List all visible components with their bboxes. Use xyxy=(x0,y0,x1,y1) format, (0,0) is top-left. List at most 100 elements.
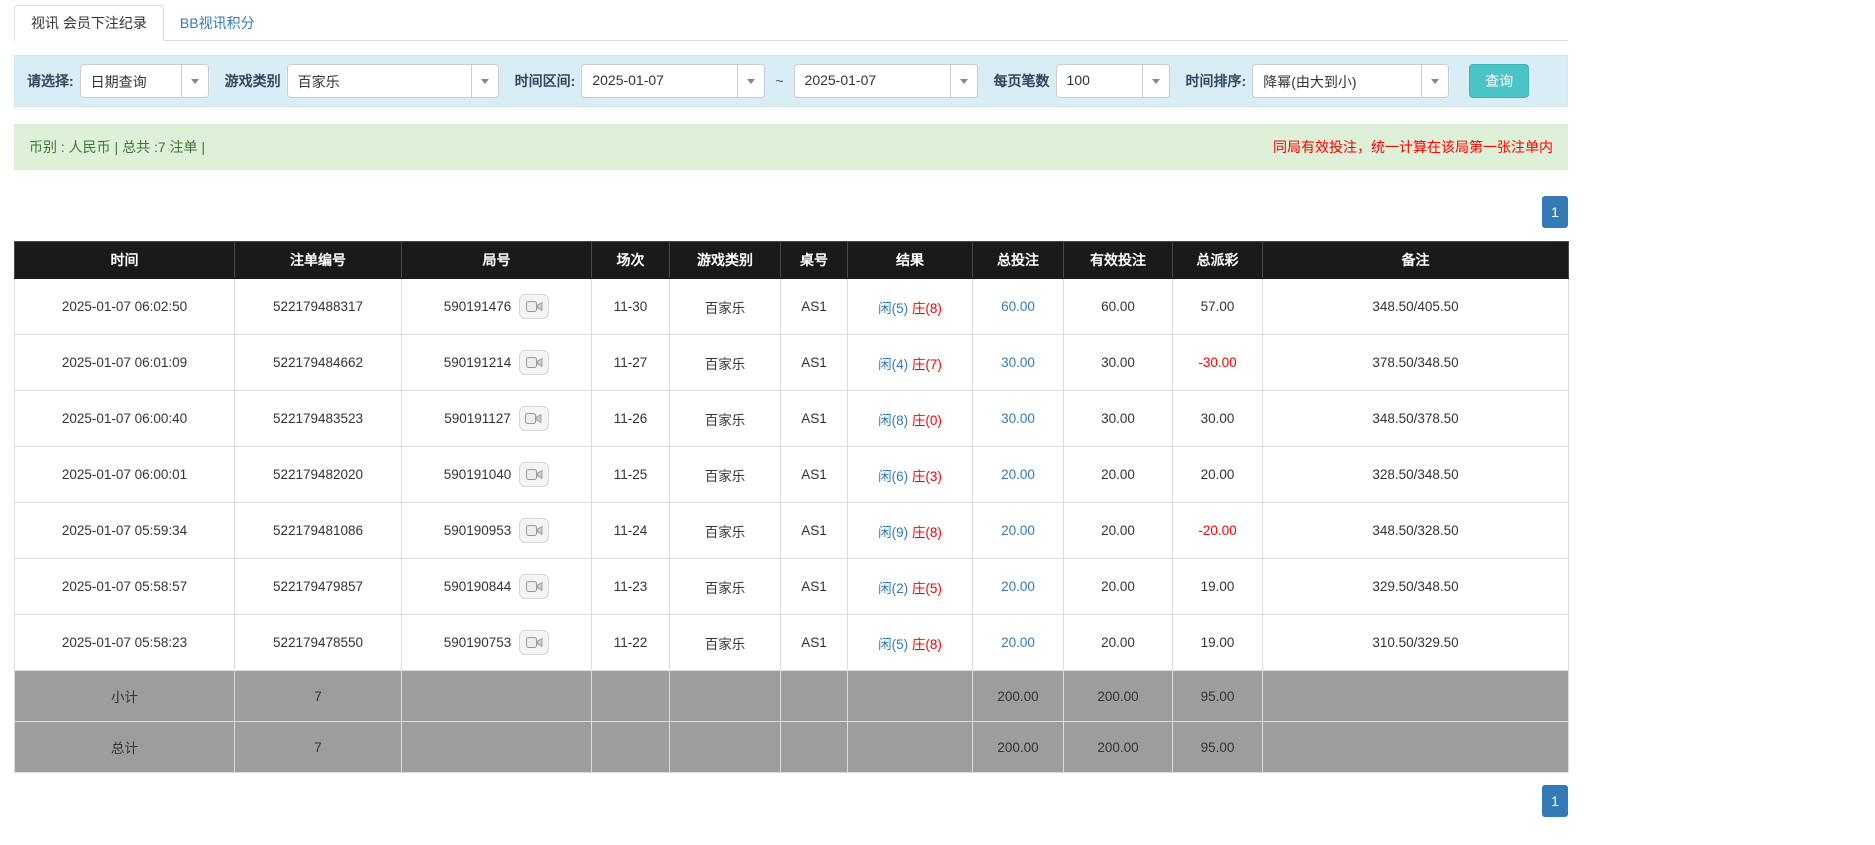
cell-payout: 20.00 xyxy=(1173,447,1263,503)
header-game-type: 游戏类别 xyxy=(670,242,781,279)
result-player: 闲(2) xyxy=(878,581,908,596)
time-range-label: 时间区间: xyxy=(515,71,576,91)
cell-total-bet: 60.00 xyxy=(973,279,1064,335)
pagination-bottom: 1 xyxy=(14,785,1568,817)
search-button[interactable]: 查询 xyxy=(1469,64,1529,98)
header-time: 时间 xyxy=(15,242,235,279)
sort-order-select[interactable]: 降幂(由大到小) xyxy=(1252,64,1449,98)
date-to-select[interactable]: 2025-01-07 xyxy=(794,64,978,98)
tab-bb-video-points[interactable]: BB视讯积分 xyxy=(164,6,271,40)
empty-cell xyxy=(781,722,848,773)
total-bet-link[interactable]: 60.00 xyxy=(1001,299,1035,314)
payout-value: 20.00 xyxy=(1201,467,1235,482)
cell-round: 590190844 xyxy=(402,559,592,615)
cell-table-no: AS1 xyxy=(781,391,848,447)
round-number: 590190844 xyxy=(444,579,512,594)
header-payout: 总派彩 xyxy=(1173,242,1263,279)
cell-game-type: 百家乐 xyxy=(670,447,781,503)
total-bet-link[interactable]: 20.00 xyxy=(1001,523,1035,538)
page-1-button[interactable]: 1 xyxy=(1542,785,1568,817)
cell-game-type: 百家乐 xyxy=(670,503,781,559)
page: 视讯 会员下注纪录 BB视讯积分 请选择: 日期查询 游戏类别 百家乐 时间区间… xyxy=(14,0,1568,817)
video-replay-icon[interactable] xyxy=(519,630,549,655)
cell-session: 11-27 xyxy=(592,335,670,391)
cell-session: 11-30 xyxy=(592,279,670,335)
summary-warning-text: 同局有效投注，统一计算在该局第一张注单内 xyxy=(1273,137,1553,157)
grand-total-valid-bet: 200.00 xyxy=(1064,722,1173,773)
subtotal-payout: 95.00 xyxy=(1173,671,1263,722)
video-replay-icon[interactable] xyxy=(519,406,549,431)
payout-value: 30.00 xyxy=(1201,411,1235,426)
header-session: 场次 xyxy=(592,242,670,279)
cell-bet-id: 522179484662 xyxy=(235,335,402,391)
payout-value: 57.00 xyxy=(1201,299,1235,314)
result-banker: 庄(0) xyxy=(912,413,942,428)
total-bet-link[interactable]: 30.00 xyxy=(1001,355,1035,370)
cell-round: 590190753 xyxy=(402,615,592,671)
subtotal-label: 小计 xyxy=(15,671,235,722)
video-replay-icon[interactable] xyxy=(519,294,549,319)
cell-round: 590190953 xyxy=(402,503,592,559)
video-replay-icon[interactable] xyxy=(519,350,549,375)
query-type-select[interactable]: 日期查询 xyxy=(80,64,209,98)
table-row: 2025-01-07 06:00:01522179482020590191040… xyxy=(15,447,1569,503)
empty-cell xyxy=(848,722,973,773)
cell-result: 闲(6) 庄(3) xyxy=(848,447,973,503)
cell-table-no: AS1 xyxy=(781,615,848,671)
total-bet-link[interactable]: 20.00 xyxy=(1001,635,1035,650)
game-type-select[interactable]: 百家乐 xyxy=(287,64,499,98)
date-from-select[interactable]: 2025-01-07 xyxy=(581,64,765,98)
round-number: 590191214 xyxy=(444,355,512,370)
cell-time: 2025-01-07 06:00:01 xyxy=(15,447,235,503)
cell-remark: 328.50/348.50 xyxy=(1263,447,1569,503)
total-bet-link[interactable]: 30.00 xyxy=(1001,411,1035,426)
cell-payout: -20.00 xyxy=(1173,503,1263,559)
result-player: 闲(9) xyxy=(878,525,908,540)
header-total-bet: 总投注 xyxy=(973,242,1064,279)
sort-order-value: 降幂(由大到小) xyxy=(1253,65,1421,97)
cell-time: 2025-01-07 05:59:34 xyxy=(15,503,235,559)
video-replay-icon[interactable] xyxy=(519,462,549,487)
empty-cell xyxy=(592,671,670,722)
cell-bet-id: 522179488317 xyxy=(235,279,402,335)
cell-valid-bet: 20.00 xyxy=(1064,503,1173,559)
cell-bet-id: 522179482020 xyxy=(235,447,402,503)
grand-total-row: 总计 7 200.00 200.00 95.00 xyxy=(15,722,1569,773)
video-replay-icon[interactable] xyxy=(519,518,549,543)
empty-cell xyxy=(670,722,781,773)
empty-cell xyxy=(670,671,781,722)
cell-bet-id: 522179479857 xyxy=(235,559,402,615)
chevron-down-icon xyxy=(950,65,977,97)
header-round: 局号 xyxy=(402,242,592,279)
empty-cell xyxy=(1263,722,1569,773)
cell-remark: 310.50/329.50 xyxy=(1263,615,1569,671)
total-bet-link[interactable]: 20.00 xyxy=(1001,579,1035,594)
table-footer: 小计 7 200.00 200.00 95.00 总计 7 2 xyxy=(15,671,1569,773)
header-result: 结果 xyxy=(848,242,973,279)
page-1-button[interactable]: 1 xyxy=(1542,196,1568,228)
cell-session: 11-23 xyxy=(592,559,670,615)
cell-remark: 329.50/348.50 xyxy=(1263,559,1569,615)
subtotal-total-bet: 200.00 xyxy=(973,671,1064,722)
result-player: 闲(5) xyxy=(878,637,908,652)
tab-betting-records[interactable]: 视讯 会员下注纪录 xyxy=(14,5,164,41)
cell-session: 11-25 xyxy=(592,447,670,503)
subtotal-count: 7 xyxy=(235,671,402,722)
result-banker: 庄(7) xyxy=(912,357,942,372)
round-number: 590190953 xyxy=(444,523,512,538)
header-valid-bet: 有效投注 xyxy=(1064,242,1173,279)
cell-time: 2025-01-07 05:58:23 xyxy=(15,615,235,671)
total-bet-link[interactable]: 20.00 xyxy=(1001,467,1035,482)
chevron-down-icon xyxy=(181,65,208,97)
cell-result: 闲(9) 庄(8) xyxy=(848,503,973,559)
video-replay-icon[interactable] xyxy=(519,574,549,599)
per-page-value: 100 xyxy=(1057,65,1142,97)
per-page-select[interactable]: 100 xyxy=(1056,64,1170,98)
cell-remark: 348.50/328.50 xyxy=(1263,503,1569,559)
round-number: 590191476 xyxy=(444,299,512,314)
game-type-label: 游戏类别 xyxy=(225,71,281,91)
cell-table-no: AS1 xyxy=(781,279,848,335)
cell-bet-id: 522179481086 xyxy=(235,503,402,559)
date-from-value: 2025-01-07 xyxy=(582,65,737,97)
table-row: 2025-01-07 05:58:23522179478550590190753… xyxy=(15,615,1569,671)
